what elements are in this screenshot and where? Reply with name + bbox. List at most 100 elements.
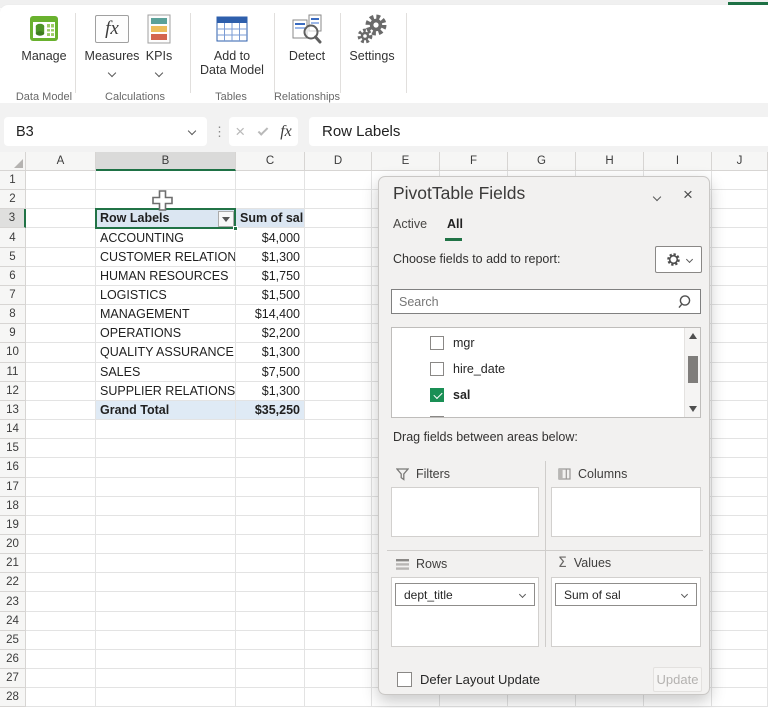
- checkbox-unchecked[interactable]: [430, 336, 444, 350]
- cell-D20[interactable]: [305, 535, 372, 554]
- cell-B15[interactable]: [96, 439, 236, 458]
- cell-J20[interactable]: [712, 535, 768, 554]
- cell-B5[interactable]: CUSTOMER RELATIONS: [96, 248, 236, 267]
- cell-D28[interactable]: [305, 688, 372, 707]
- cell-B28[interactable]: [96, 688, 236, 707]
- cell-C16[interactable]: [236, 458, 305, 477]
- cell-J25[interactable]: [712, 631, 768, 650]
- manage-button[interactable]: Manage: [16, 13, 72, 63]
- cell-B18[interactable]: [96, 497, 236, 516]
- row-header-7[interactable]: 7: [0, 286, 26, 305]
- cell-C2[interactable]: [236, 190, 305, 209]
- cell-B10[interactable]: QUALITY ASSURANCE: [96, 343, 236, 362]
- cell-D2[interactable]: [305, 190, 372, 209]
- cell-A1[interactable]: [26, 171, 96, 190]
- cell-J8[interactable]: [712, 305, 768, 324]
- cell-D25[interactable]: [305, 631, 372, 650]
- cell-D24[interactable]: [305, 612, 372, 631]
- cell-D13[interactable]: [305, 401, 372, 420]
- cell-A2[interactable]: [26, 190, 96, 209]
- row-header-5[interactable]: 5: [0, 248, 26, 267]
- cell-C22[interactable]: [236, 573, 305, 592]
- field-list-scrollbar[interactable]: [684, 328, 700, 417]
- fill-handle[interactable]: [233, 226, 238, 231]
- cell-C8[interactable]: $14,400: [236, 305, 305, 324]
- cell-J19[interactable]: [712, 516, 768, 535]
- cell-A6[interactable]: [26, 267, 96, 286]
- cell-C12[interactable]: $1,300: [236, 382, 305, 401]
- formula-input[interactable]: Row Labels: [309, 117, 768, 146]
- cell-J23[interactable]: [712, 592, 768, 611]
- cell-A16[interactable]: [26, 458, 96, 477]
- checkbox-checked[interactable]: [430, 388, 444, 402]
- cell-A28[interactable]: [26, 688, 96, 707]
- cell-C5[interactable]: $1,300: [236, 248, 305, 267]
- row-header-25[interactable]: 25: [0, 631, 26, 650]
- field-item-mgr[interactable]: mgr: [392, 330, 682, 356]
- column-header-A[interactable]: A: [26, 152, 96, 171]
- cell-C1[interactable]: [236, 171, 305, 190]
- cell-A10[interactable]: [26, 343, 96, 362]
- cell-J16[interactable]: [712, 458, 768, 477]
- tab-active[interactable]: Active: [393, 217, 427, 231]
- cell-C3[interactable]: Sum of sal: [236, 209, 305, 228]
- row-header-18[interactable]: 18: [0, 497, 26, 516]
- cell-J3[interactable]: [712, 209, 768, 228]
- measures-button[interactable]: fx Measures: [82, 13, 142, 81]
- cell-B17[interactable]: [96, 478, 236, 497]
- cell-J26[interactable]: [712, 650, 768, 669]
- cell-B24[interactable]: [96, 612, 236, 631]
- row-header-15[interactable]: 15: [0, 439, 26, 458]
- row-header-21[interactable]: 21: [0, 554, 26, 573]
- checkbox-unchecked[interactable]: [430, 362, 444, 376]
- cell-D16[interactable]: [305, 458, 372, 477]
- cell-C23[interactable]: [236, 592, 305, 611]
- cell-B13[interactable]: Grand Total: [96, 401, 236, 420]
- search-input[interactable]: [399, 293, 669, 311]
- field-item-partial[interactable]: [392, 410, 682, 418]
- cell-B8[interactable]: MANAGEMENT: [96, 305, 236, 324]
- cell-B25[interactable]: [96, 631, 236, 650]
- update-button[interactable]: Update: [653, 667, 702, 692]
- cell-C14[interactable]: [236, 420, 305, 439]
- column-header-E[interactable]: E: [372, 152, 440, 171]
- cell-D1[interactable]: [305, 171, 372, 190]
- cell-J10[interactable]: [712, 343, 768, 362]
- defer-layout-checkbox[interactable]: [397, 672, 412, 687]
- cell-A26[interactable]: [26, 650, 96, 669]
- cell-J27[interactable]: [712, 669, 768, 688]
- cell-A8[interactable]: [26, 305, 96, 324]
- cell-D11[interactable]: [305, 363, 372, 382]
- cell-C20[interactable]: [236, 535, 305, 554]
- cell-C9[interactable]: $2,200: [236, 324, 305, 343]
- cell-C27[interactable]: [236, 669, 305, 688]
- cell-J5[interactable]: [712, 248, 768, 267]
- cell-C26[interactable]: [236, 650, 305, 669]
- cell-A13[interactable]: [26, 401, 96, 420]
- cell-B27[interactable]: [96, 669, 236, 688]
- cell-C21[interactable]: [236, 554, 305, 573]
- cell-B21[interactable]: [96, 554, 236, 573]
- column-header-B[interactable]: B: [96, 152, 236, 171]
- cell-D17[interactable]: [305, 478, 372, 497]
- cell-J7[interactable]: [712, 286, 768, 305]
- cell-B2[interactable]: [96, 190, 236, 209]
- cell-C25[interactable]: [236, 631, 305, 650]
- row-header-13[interactable]: 13: [0, 401, 26, 420]
- name-box[interactable]: [4, 117, 207, 146]
- cell-J13[interactable]: [712, 401, 768, 420]
- row-header-11[interactable]: 11: [0, 363, 26, 382]
- cell-J2[interactable]: [712, 190, 768, 209]
- cell-J1[interactable]: [712, 171, 768, 190]
- column-header-G[interactable]: G: [508, 152, 576, 171]
- column-header-J[interactable]: J: [712, 152, 768, 171]
- row-header-8[interactable]: 8: [0, 305, 26, 324]
- cell-J15[interactable]: [712, 439, 768, 458]
- cell-B14[interactable]: [96, 420, 236, 439]
- row-header-1[interactable]: 1: [0, 171, 26, 190]
- cell-D12[interactable]: [305, 382, 372, 401]
- select-all-corner[interactable]: [0, 152, 26, 171]
- values-field-chip[interactable]: Sum of sal: [555, 583, 697, 606]
- formula-bar-grip[interactable]: ⋮: [213, 117, 226, 146]
- cell-C18[interactable]: [236, 497, 305, 516]
